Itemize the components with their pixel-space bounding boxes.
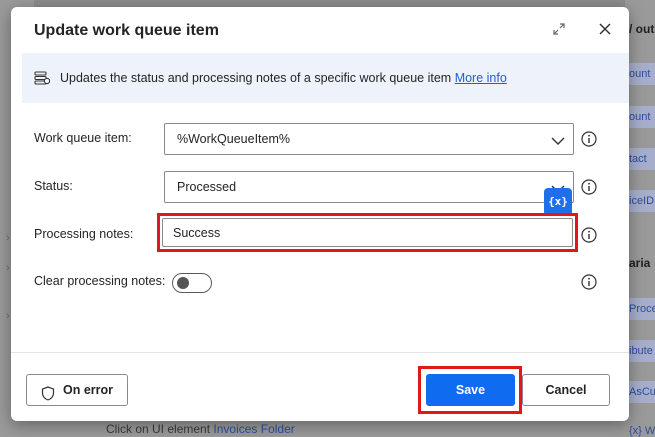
dialog-title: Update work queue item: [34, 22, 219, 39]
work-queue-item-label: Work queue item:: [34, 131, 132, 145]
info-bar: Updates the status and processing notes …: [22, 53, 629, 103]
background-fragment: ibute: [629, 345, 653, 357]
background-action-text: Click on UI element: [106, 422, 211, 436]
help-icon[interactable]: [581, 274, 597, 290]
toggle-knob: [177, 277, 189, 289]
footer-divider: [11, 352, 629, 353]
status-label: Status:: [34, 179, 73, 193]
background-action-link: Invoices Folder: [213, 422, 295, 436]
on-error-button[interactable]: On error: [26, 374, 128, 406]
work-queue-item-dropdown[interactable]: %WorkQueueItem%: [164, 123, 574, 155]
cancel-button[interactable]: Cancel: [522, 374, 610, 406]
queue-icon: [34, 71, 51, 85]
background-fragment: AsCu: [629, 386, 655, 398]
insert-variable-button[interactable]: {x}: [544, 188, 572, 216]
help-icon[interactable]: [581, 179, 597, 195]
background-fragment: ount: [629, 68, 651, 80]
help-icon[interactable]: [581, 131, 597, 147]
background-fragment: iceID: [629, 195, 655, 207]
on-error-label: On error: [62, 383, 113, 397]
processing-notes-value: Success: [173, 226, 221, 240]
background-fragment: / out: [629, 22, 655, 36]
chevron-down-icon[interactable]: [551, 134, 565, 145]
clear-processing-notes-toggle[interactable]: [172, 273, 212, 293]
background-fragment: aria: [629, 256, 651, 270]
background-fragment: tact: [629, 153, 647, 165]
save-button[interactable]: Save: [426, 374, 515, 406]
background-fragment: Proce: [629, 303, 655, 315]
update-work-queue-item-dialog: Update work queue item Updates the statu…: [11, 7, 629, 421]
status-value: Processed: [177, 180, 237, 194]
clear-processing-notes-label: Clear processing notes:: [34, 274, 166, 288]
info-text: Updates the status and processing notes …: [60, 71, 452, 85]
background-right-pane: / out ount ount tact iceID aria Proce ib…: [625, 0, 655, 437]
status-dropdown[interactable]: Processed: [164, 171, 574, 203]
processing-notes-input[interactable]: Success: [162, 218, 573, 247]
expand-icon[interactable]: [551, 21, 567, 37]
more-info-link[interactable]: More info: [455, 71, 507, 85]
help-icon[interactable]: [581, 227, 597, 243]
background-fragment: ount: [629, 111, 651, 123]
background-fragment: {x} WorkQue: [629, 425, 655, 437]
processing-notes-label: Processing notes:: [34, 227, 134, 241]
work-queue-item-value: %WorkQueueItem%: [177, 132, 291, 146]
shield-icon: [41, 382, 55, 401]
close-icon[interactable]: [596, 20, 614, 38]
